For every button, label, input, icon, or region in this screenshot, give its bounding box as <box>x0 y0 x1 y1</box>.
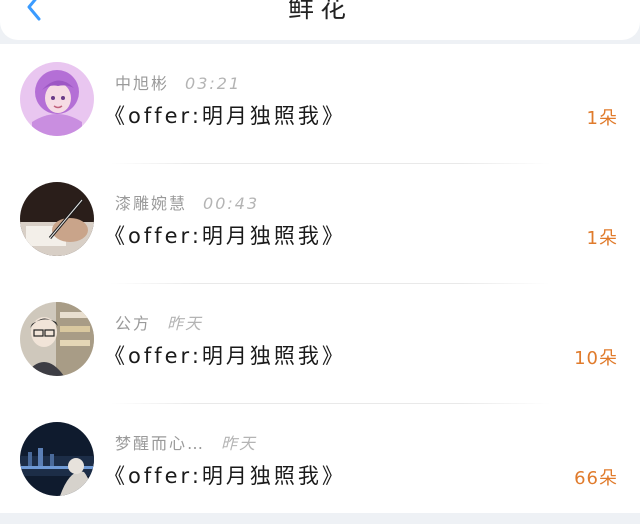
sender-meta: 公方 昨天 <box>115 310 204 333</box>
avatar[interactable] <box>20 422 94 496</box>
list-item[interactable]: 梦醒而心… 昨天 《offer:明月独照我》 66朵 <box>0 404 640 524</box>
list-item[interactable]: 中旭彬 03:21 《offer:明月独照我》 1朵 <box>0 44 640 164</box>
avatar[interactable] <box>20 302 94 376</box>
sender-name: 梦醒而心… <box>115 434 206 453</box>
avatar[interactable] <box>20 62 94 136</box>
sender-name: 中旭彬 <box>115 74 170 93</box>
gift-title: 《offer:明月独照我》 <box>104 104 346 128</box>
flower-count: 1朵 <box>586 228 618 249</box>
list-item[interactable]: 公方 昨天 《offer:明月独照我》 10朵 <box>0 284 640 404</box>
flower-record-list: 中旭彬 03:21 《offer:明月独照我》 1朵 漆雕婉慧 00:43 《off… <box>0 44 640 513</box>
sent-time: 昨天 <box>167 314 204 333</box>
top-bar: 鲜花 <box>0 0 640 40</box>
flower-count: 10朵 <box>574 348 618 369</box>
sender-meta: 中旭彬 03:21 <box>115 70 242 93</box>
sender-meta: 梦醒而心… 昨天 <box>115 430 258 453</box>
sender-name: 漆雕婉慧 <box>115 194 188 213</box>
sent-time: 昨天 <box>221 434 258 453</box>
flower-count: 1朵 <box>586 108 618 129</box>
page-title: 鲜花 <box>287 0 352 24</box>
sender-meta: 漆雕婉慧 00:43 <box>115 190 260 213</box>
list-item[interactable]: 漆雕婉慧 00:43 《offer:明月独照我》 1朵 <box>0 164 640 284</box>
sender-name: 公方 <box>115 314 152 333</box>
flower-count: 66朵 <box>574 468 618 489</box>
sent-time: 03:21 <box>185 74 242 93</box>
gift-title: 《offer:明月独照我》 <box>104 224 346 248</box>
gift-title: 《offer:明月独照我》 <box>104 344 346 368</box>
sent-time: 00:43 <box>203 194 260 213</box>
avatar[interactable] <box>20 182 94 256</box>
gift-title: 《offer:明月独照我》 <box>104 464 346 488</box>
